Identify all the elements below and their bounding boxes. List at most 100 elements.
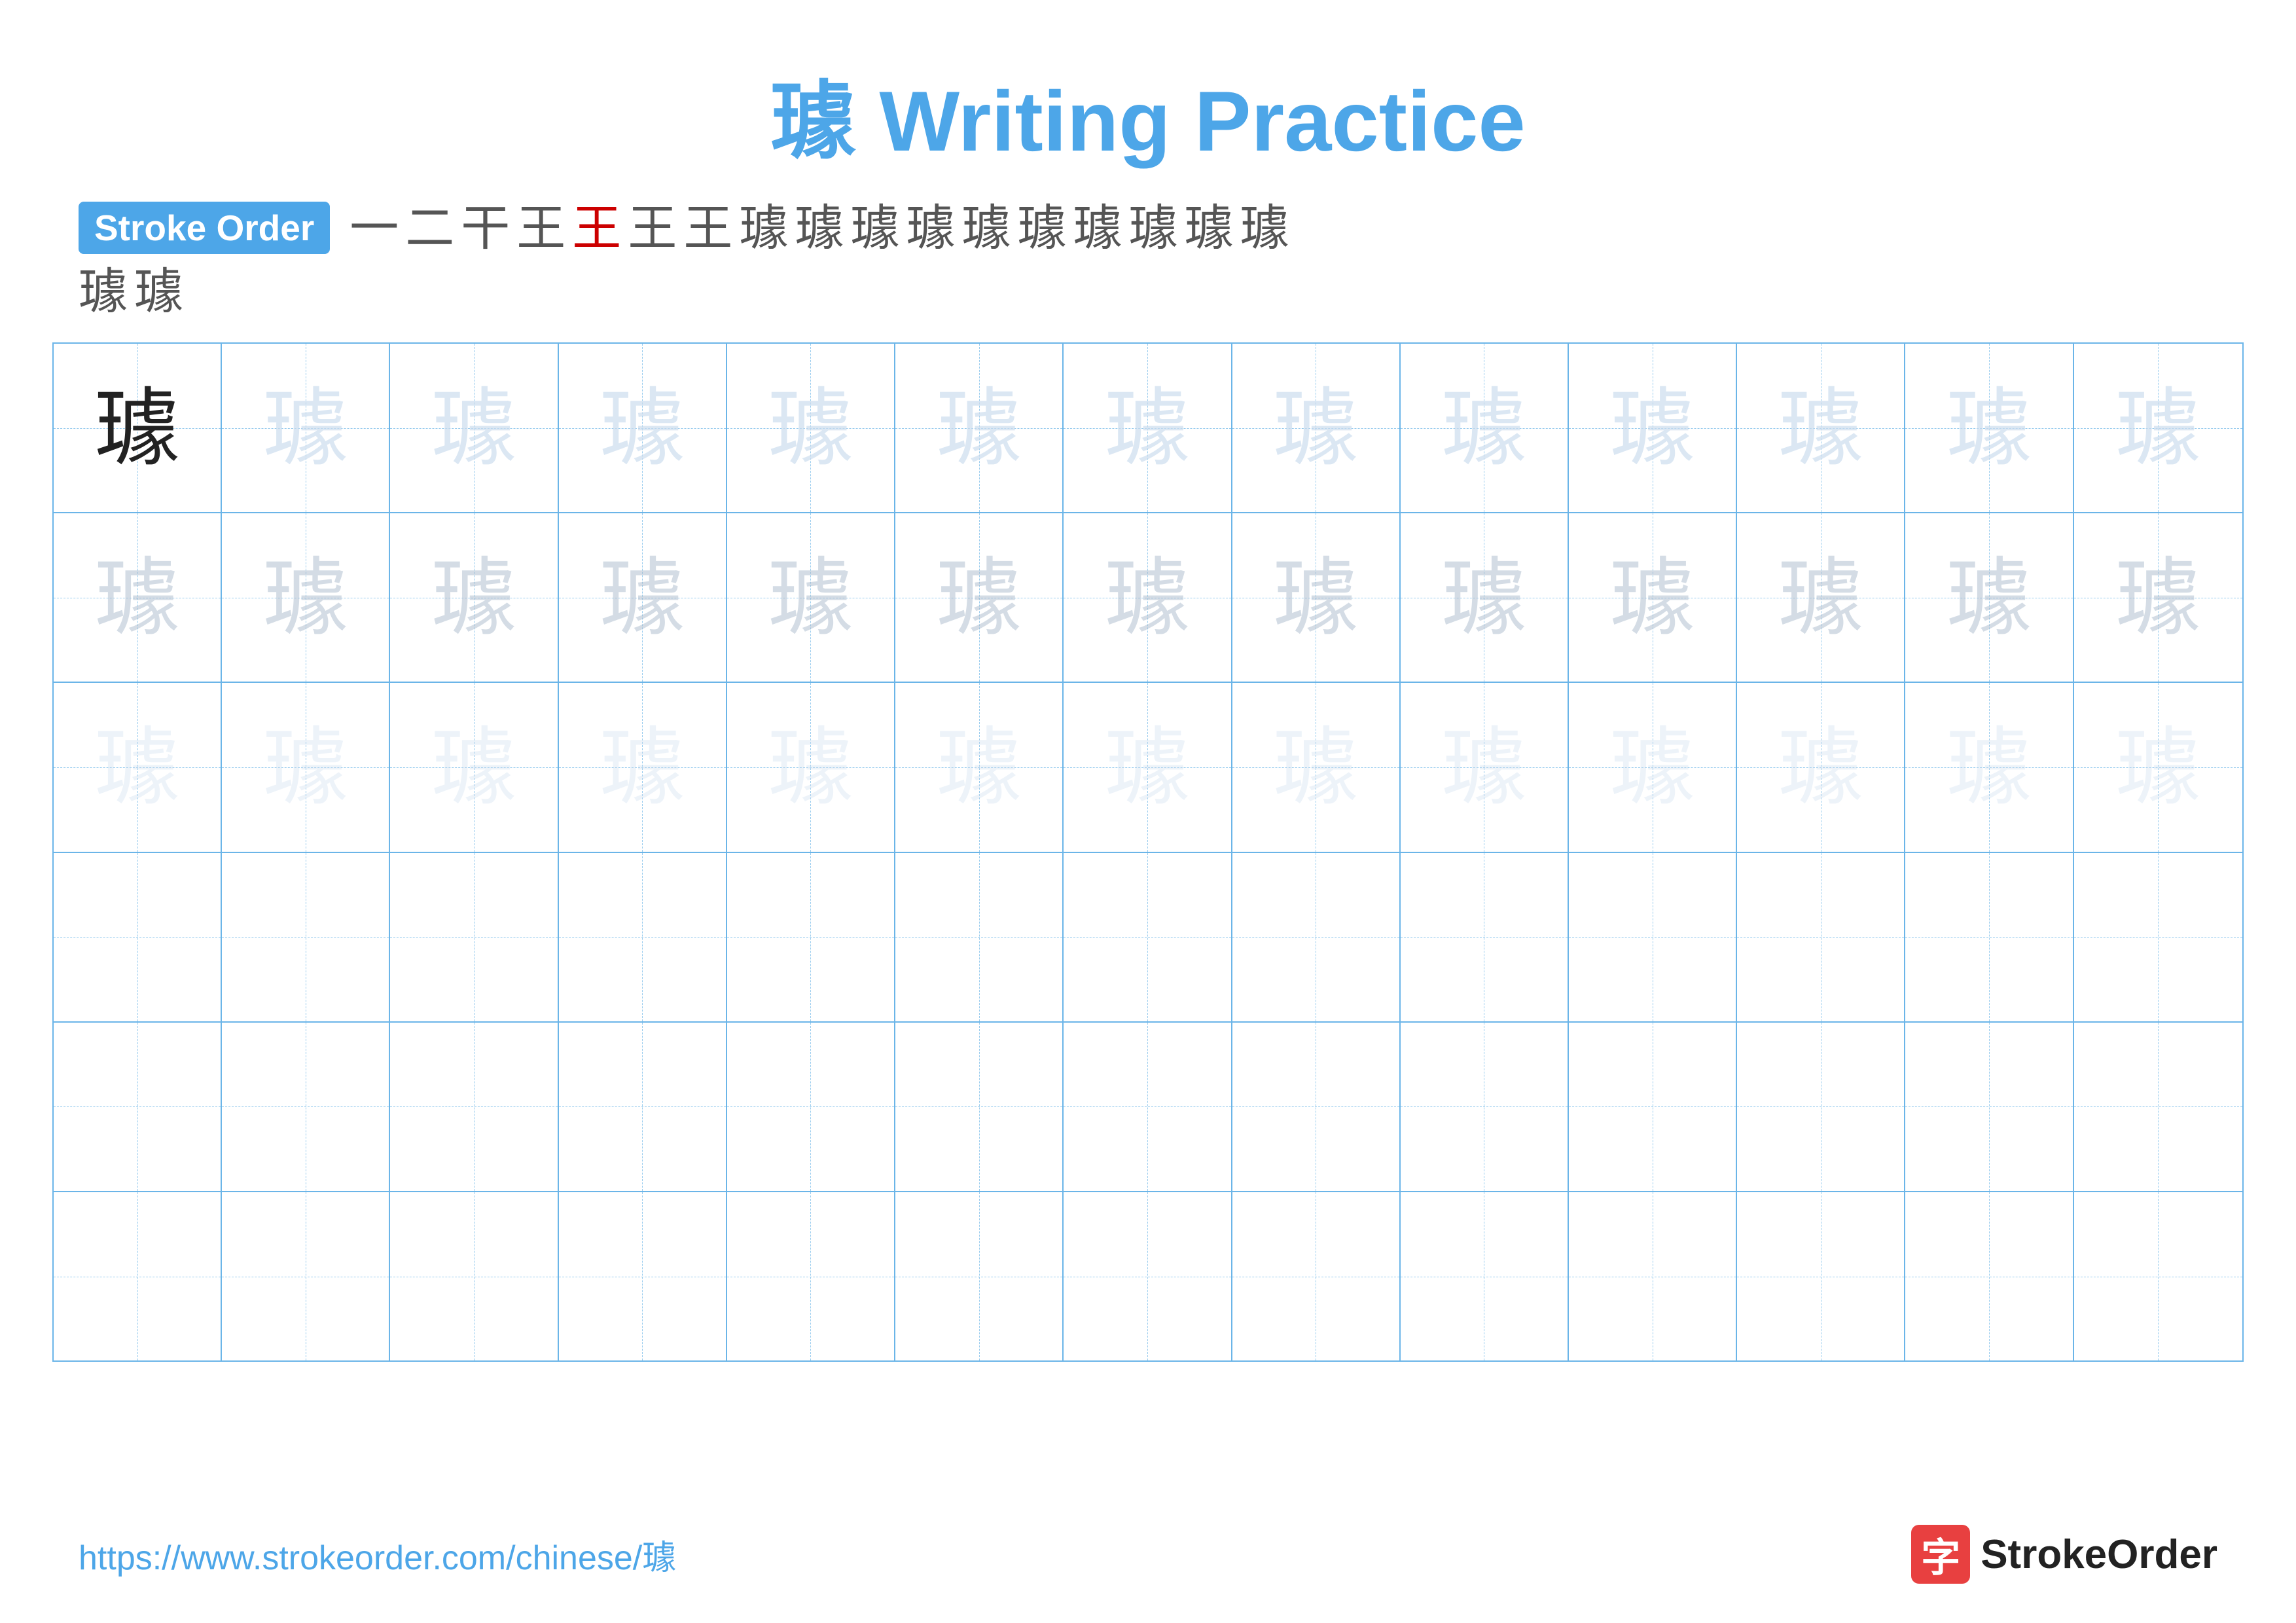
grid-cell-r5-c3[interactable] — [390, 1023, 558, 1191]
grid-cell-r6-c3[interactable] — [390, 1192, 558, 1360]
grid-cell-r5-c10[interactable] — [1569, 1023, 1737, 1191]
grid-cell-r3-c1[interactable]: 璩 — [54, 683, 222, 851]
grid-cell-r4-c7[interactable] — [1064, 853, 1232, 1021]
grid-cell-r6-c8[interactable] — [1232, 1192, 1401, 1360]
grid-cell-r2-c12[interactable]: 璩 — [1905, 513, 2073, 682]
stroke-char-14: 璩 — [1073, 204, 1122, 253]
grid-cell-r4-c5[interactable] — [727, 853, 895, 1021]
stroke-order-row2: 璩 璩 — [0, 267, 2296, 316]
grid-cell-r1-c5[interactable]: 璩 — [727, 344, 895, 512]
grid-cell-r4-c4[interactable] — [559, 853, 727, 1021]
grid-cell-r4-c3[interactable] — [390, 853, 558, 1021]
grid-cell-r6-c10[interactable] — [1569, 1192, 1737, 1360]
grid-cell-r3-c5[interactable]: 璩 — [727, 683, 895, 851]
stroke-char-7: 王 — [683, 204, 732, 253]
grid-cell-r3-c9[interactable]: 璩 — [1401, 683, 1569, 851]
grid-cell-r1-c9[interactable]: 璩 — [1401, 344, 1569, 512]
grid-cell-r2-c2[interactable]: 璩 — [222, 513, 390, 682]
grid-row-6 — [54, 1192, 2242, 1360]
grid-cell-r3-c7[interactable]: 璩 — [1064, 683, 1232, 851]
grid-cell-r3-c6[interactable]: 璩 — [895, 683, 1064, 851]
grid-cell-r5-c4[interactable] — [559, 1023, 727, 1191]
grid-cell-r1-c3[interactable]: 璩 — [390, 344, 558, 512]
grid-cell-r5-c7[interactable] — [1064, 1023, 1232, 1191]
grid-cell-r2-c11[interactable]: 璩 — [1737, 513, 1905, 682]
practice-char-dark: 璩 — [95, 386, 180, 471]
grid-cell-r3-c8[interactable]: 璩 — [1232, 683, 1401, 851]
grid-cell-r1-c7[interactable]: 璩 — [1064, 344, 1232, 512]
grid-cell-r5-c6[interactable] — [895, 1023, 1064, 1191]
footer: https://www.strokeorder.com/chinese/璩 字 … — [79, 1525, 2217, 1584]
grid-cell-r6-c6[interactable] — [895, 1192, 1064, 1360]
grid-cell-r3-c11[interactable]: 璩 — [1737, 683, 1905, 851]
grid-cell-r5-c1[interactable] — [54, 1023, 222, 1191]
grid-cell-r2-c1[interactable]: 璩 — [54, 513, 222, 682]
grid-cell-r2-c9[interactable]: 璩 — [1401, 513, 1569, 682]
grid-cell-r4-c12[interactable] — [1905, 853, 2073, 1021]
grid-cell-r1-c1[interactable]: 璩 — [54, 344, 222, 512]
grid-cell-r5-c8[interactable] — [1232, 1023, 1401, 1191]
stroke-char-3: 干 — [461, 204, 510, 253]
grid-cell-r3-c12[interactable]: 璩 — [1905, 683, 2073, 851]
grid-cell-r6-c4[interactable] — [559, 1192, 727, 1360]
grid-cell-r4-c6[interactable] — [895, 853, 1064, 1021]
grid-cell-r2-c10[interactable]: 璩 — [1569, 513, 1737, 682]
grid-cell-r4-c1[interactable] — [54, 853, 222, 1021]
grid-cell-r1-c12[interactable]: 璩 — [1905, 344, 2073, 512]
grid-cell-r5-c5[interactable] — [727, 1023, 895, 1191]
grid-cell-r5-c11[interactable] — [1737, 1023, 1905, 1191]
stroke-char-r2-1: 璩 — [79, 267, 128, 316]
grid-cell-r1-c11[interactable]: 璩 — [1737, 344, 1905, 512]
grid-cell-r4-c11[interactable] — [1737, 853, 1905, 1021]
footer-logo-text: StrokeOrder — [1981, 1531, 2217, 1578]
grid-cell-r4-c13[interactable] — [2074, 853, 2242, 1021]
grid-cell-r2-c4[interactable]: 璩 — [559, 513, 727, 682]
practice-grid: 璩 璩 璩 璩 璩 璩 璩 璩 璩 璩 璩 璩 璩 璩 璩 璩 璩 璩 璩 璩 … — [52, 342, 2244, 1362]
title-area: 璩 Writing Practice — [0, 0, 2296, 202]
stroke-char-10: 璩 — [850, 204, 899, 253]
grid-cell-r3-c2[interactable]: 璩 — [222, 683, 390, 851]
grid-cell-r5-c13[interactable] — [2074, 1023, 2242, 1191]
footer-logo: 字 StrokeOrder — [1911, 1525, 2217, 1584]
grid-cell-r6-c13[interactable] — [2074, 1192, 2242, 1360]
grid-cell-r2-c7[interactable]: 璩 — [1064, 513, 1232, 682]
grid-cell-r1-c6[interactable]: 璩 — [895, 344, 1064, 512]
stroke-char-15: 璩 — [1128, 204, 1177, 253]
grid-cell-r5-c12[interactable] — [1905, 1023, 2073, 1191]
grid-cell-r3-c4[interactable]: 璩 — [559, 683, 727, 851]
grid-cell-r1-c13[interactable]: 璩 — [2074, 344, 2242, 512]
grid-cell-r6-c7[interactable] — [1064, 1192, 1232, 1360]
grid-cell-r3-c3[interactable]: 璩 — [390, 683, 558, 851]
grid-cell-r6-c9[interactable] — [1401, 1192, 1569, 1360]
stroke-char-12: 璩 — [961, 204, 1011, 253]
grid-cell-r2-c3[interactable]: 璩 — [390, 513, 558, 682]
grid-cell-r6-c1[interactable] — [54, 1192, 222, 1360]
footer-url[interactable]: https://www.strokeorder.com/chinese/璩 — [79, 1530, 676, 1579]
grid-cell-r4-c10[interactable] — [1569, 853, 1737, 1021]
grid-cell-r2-c5[interactable]: 璩 — [727, 513, 895, 682]
grid-cell-r6-c11[interactable] — [1737, 1192, 1905, 1360]
stroke-char-17: 璩 — [1240, 204, 1289, 253]
grid-row-4 — [54, 853, 2242, 1023]
grid-cell-r1-c8[interactable]: 璩 — [1232, 344, 1401, 512]
grid-cell-r4-c9[interactable] — [1401, 853, 1569, 1021]
grid-cell-r1-c10[interactable]: 璩 — [1569, 344, 1737, 512]
stroke-order-area: Stroke Order 一 二 干 王 王 王 王 璩 璩 璩 璩 璩 璩 璩… — [0, 202, 2296, 254]
grid-cell-r6-c5[interactable] — [727, 1192, 895, 1360]
grid-cell-r5-c9[interactable] — [1401, 1023, 1569, 1191]
grid-cell-r3-c10[interactable]: 璩 — [1569, 683, 1737, 851]
grid-cell-r2-c13[interactable]: 璩 — [2074, 513, 2242, 682]
grid-cell-r2-c8[interactable]: 璩 — [1232, 513, 1401, 682]
grid-cell-r4-c8[interactable] — [1232, 853, 1401, 1021]
grid-cell-r1-c4[interactable]: 璩 — [559, 344, 727, 512]
strokeorder-logo-icon: 字 — [1911, 1525, 1970, 1584]
grid-cell-r5-c2[interactable] — [222, 1023, 390, 1191]
grid-cell-r3-c13[interactable]: 璩 — [2074, 683, 2242, 851]
grid-cell-r1-c2[interactable]: 璩 — [222, 344, 390, 512]
page-title: 璩 Writing Practice — [770, 73, 1525, 169]
grid-row-5 — [54, 1023, 2242, 1192]
grid-cell-r4-c2[interactable] — [222, 853, 390, 1021]
grid-cell-r2-c6[interactable]: 璩 — [895, 513, 1064, 682]
grid-cell-r6-c2[interactable] — [222, 1192, 390, 1360]
grid-cell-r6-c12[interactable] — [1905, 1192, 2073, 1360]
